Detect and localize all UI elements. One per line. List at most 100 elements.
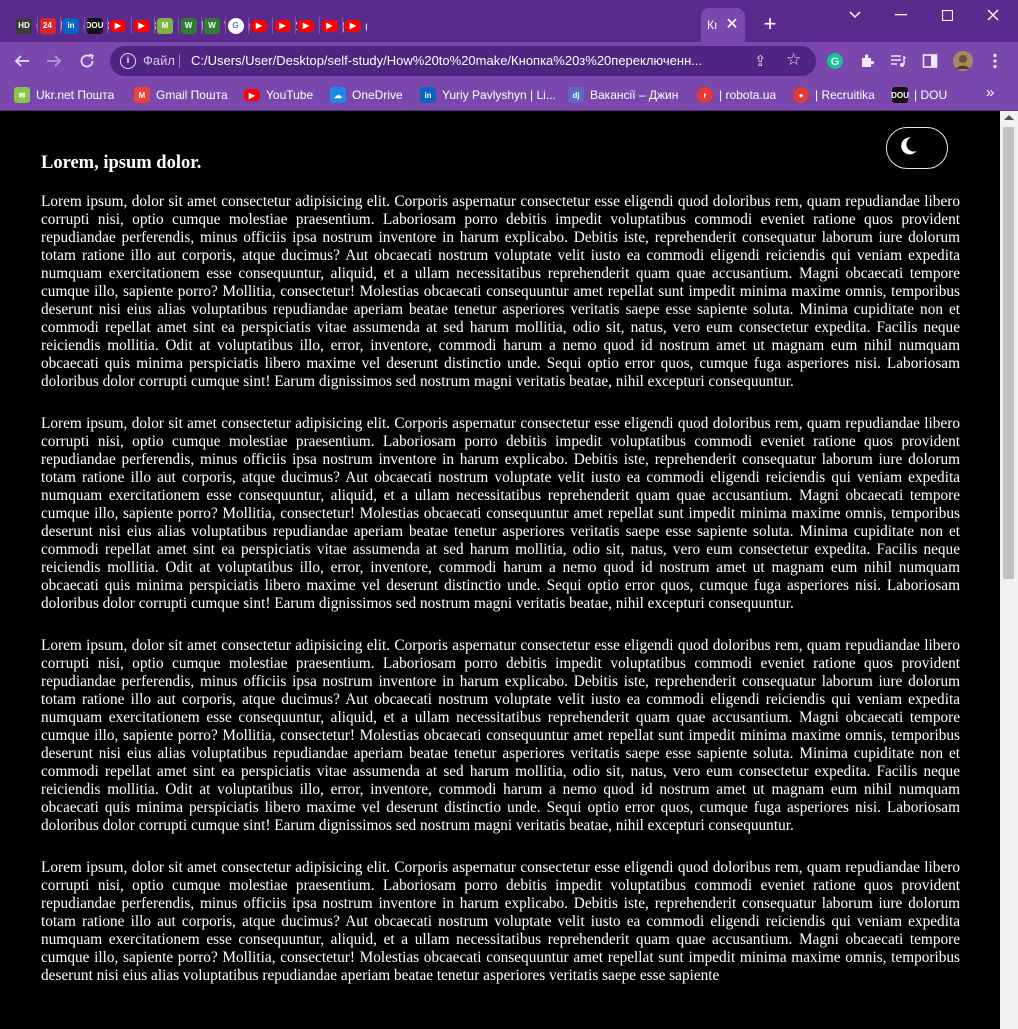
- bookmark-item[interactable]: DOU | DOU: [891, 86, 948, 104]
- youtube-icon: ▶: [244, 89, 260, 101]
- site-info-icon[interactable]: i: [120, 53, 136, 69]
- extensions-icon[interactable]: [857, 51, 877, 71]
- paragraph: Lorem ipsum, dolor sit amet consectetur …: [41, 859, 960, 984]
- ukrnet-icon: ✉: [14, 87, 30, 103]
- vertical-scrollbar[interactable]: [1000, 111, 1018, 1029]
- share-icon[interactable]: ⇪: [754, 52, 767, 70]
- close-tab-icon[interactable]: ✕: [722, 14, 742, 34]
- menu-kebab-icon[interactable]: [985, 51, 1005, 71]
- bookmark-label: OneDrive: [352, 88, 403, 102]
- youtube-icon: ▶: [133, 19, 150, 32]
- bookmark-item[interactable]: ✉ Ukr.net Пошта: [14, 86, 114, 104]
- paragraph: Lorem ipsum, dolor sit amet consectetur …: [41, 637, 960, 834]
- tab[interactable]: ▶П: [298, 9, 320, 42]
- tab-separator: [201, 17, 202, 34]
- tab-separator: [224, 17, 226, 34]
- tab[interactable]: ▶М: [110, 9, 132, 42]
- profile-avatar[interactable]: [953, 51, 973, 71]
- tab[interactable]: DOUС: [86, 9, 109, 42]
- tab-separator: [36, 17, 38, 34]
- svg-text:G: G: [831, 56, 840, 68]
- scroll-up-arrow-icon[interactable]: [1004, 115, 1014, 120]
- tab[interactable]: ▶С: [133, 9, 156, 42]
- gmail-icon: M: [134, 87, 150, 103]
- tab-search-icon[interactable]: [832, 0, 878, 30]
- tab[interactable]: MS: [157, 9, 179, 42]
- new-tab-icon[interactable]: +: [760, 13, 780, 35]
- page-heading: Lorem, ipsum dolor.: [41, 153, 202, 173]
- tab[interactable]: in(:: [63, 9, 85, 42]
- linkedin-icon: in: [63, 17, 79, 34]
- tab-separator: [342, 17, 343, 34]
- youtube-icon: ▶: [298, 19, 314, 32]
- tab[interactable]: ▶(:: [321, 9, 344, 42]
- youtube-icon: ▶: [274, 19, 291, 32]
- tab-separator: [248, 17, 249, 34]
- forward-icon[interactable]: [42, 49, 66, 73]
- side-panel-icon[interactable]: [920, 51, 940, 71]
- grammarly-icon[interactable]: G: [825, 51, 845, 71]
- bookmark-star-icon[interactable]: ☆: [786, 50, 801, 70]
- w-icon: W: [204, 17, 220, 34]
- page-content: Lorem, ipsum dolor. Lorem ipsum, dolor s…: [41, 111, 960, 985]
- recruitika-icon: ●: [793, 87, 809, 103]
- tab-strip: HDС24Пin(:DOUС▶М▶СMSWПWVGп▶Ч▶У▶П▶(:▶(: К…: [0, 0, 1018, 42]
- tab[interactable]: ▶(:: [345, 9, 367, 42]
- bookmark-label: YouTube: [266, 88, 314, 102]
- tab[interactable]: ▶У: [274, 9, 297, 42]
- bookmark-label: Вакансії – Джин: [590, 88, 679, 102]
- bookmark-label: Ukr.net Пошта: [36, 88, 115, 102]
- onedrive-icon: ☁: [330, 87, 346, 103]
- browser-window: HDС24Пin(:DOUС▶М▶СMSWПWVGп▶Ч▶У▶П▶(:▶(: К…: [0, 0, 1018, 1029]
- youtube-icon: ▶: [251, 19, 267, 32]
- bookmark-item[interactable]: M Gmail Пошта: [134, 86, 228, 104]
- w-icon: W: [180, 17, 197, 34]
- tab[interactable]: HDС: [16, 9, 38, 42]
- minimize-icon[interactable]: [878, 0, 924, 30]
- close-window-icon[interactable]: [970, 0, 1016, 30]
- hd-icon: HD: [16, 17, 32, 34]
- page-viewport: Lorem, ipsum dolor. Lorem ipsum, dolor s…: [0, 111, 1000, 1029]
- tab-title: Кı: [707, 18, 718, 32]
- tab[interactable]: 24П: [39, 9, 62, 42]
- tab[interactable]: WП: [180, 9, 203, 42]
- dou-icon: DOU: [891, 87, 909, 103]
- media-control-icon[interactable]: [888, 51, 908, 71]
- omnibox-divider: [179, 54, 180, 68]
- 24-icon: 24: [39, 17, 56, 34]
- tab-separator: [83, 17, 85, 34]
- address-bar[interactable]: i Файл C:/Users/User/Desktop/self-study/…: [110, 46, 816, 76]
- tab-separator: [177, 17, 179, 34]
- tab-separator: [271, 17, 273, 34]
- bookmark-item[interactable]: in Yuriy Pavlyshyn | Li...: [420, 86, 556, 104]
- bookmark-label: Yuriy Pavlyshyn | Li...: [442, 88, 556, 102]
- reload-icon[interactable]: [75, 49, 99, 73]
- scrollbar-thumb[interactable]: [1003, 127, 1014, 579]
- dou-icon: DOU: [86, 17, 103, 34]
- back-icon[interactable]: [10, 49, 34, 73]
- tab-separator: [154, 17, 155, 34]
- bookmark-item[interactable]: ☁ OneDrive: [330, 86, 403, 104]
- tab-separator: [295, 17, 296, 34]
- tab[interactable]: ▶Ч: [251, 9, 273, 42]
- s-green-icon: M: [157, 17, 173, 34]
- tab[interactable]: Gп: [227, 9, 250, 42]
- bookmark-item[interactable]: ▶ YouTube: [244, 86, 313, 104]
- maximize-icon[interactable]: [924, 0, 970, 30]
- djinni-icon: dj: [568, 87, 584, 103]
- tab-separator: [130, 17, 132, 34]
- google-icon: G: [227, 17, 244, 34]
- url-text[interactable]: C:/Users/User/Desktop/self-study/How%20t…: [191, 53, 746, 68]
- bookmark-item[interactable]: ● | Recruitika: [793, 86, 875, 104]
- youtube-icon: ▶: [321, 19, 338, 32]
- bookmark-item[interactable]: dj Вакансії – Джин: [568, 86, 678, 104]
- bookmark-label: | DOU: [914, 88, 948, 102]
- paragraph: Lorem ipsum, dolor sit amet consectetur …: [41, 415, 960, 612]
- tab[interactable]: WV: [204, 9, 226, 42]
- bookmarks-overflow-icon[interactable]: »: [986, 84, 994, 101]
- tab-separator: [318, 17, 320, 34]
- robota-icon: r: [697, 87, 713, 103]
- bookmark-item[interactable]: r | robota.ua: [697, 86, 776, 104]
- paragraph: Lorem ipsum, dolor sit amet consectetur …: [41, 193, 960, 390]
- linkedin-icon: in: [420, 87, 436, 103]
